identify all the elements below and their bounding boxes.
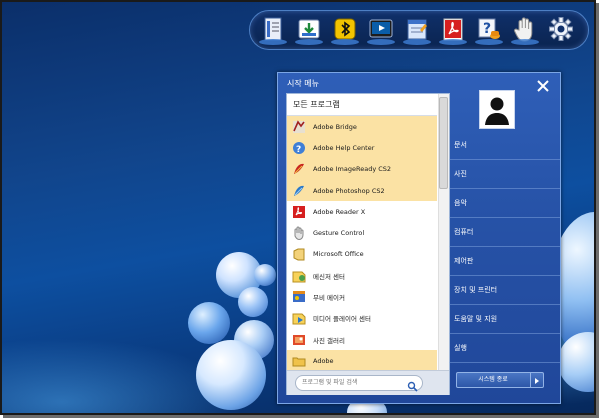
media-player-icon[interactable] — [367, 16, 395, 45]
svg-text:?: ? — [296, 145, 301, 155]
program-label: Adobe Reader X — [313, 207, 366, 216]
program-label: 미디어 플레이어 센터 — [313, 315, 371, 324]
program-label: 무비 메이커 — [313, 294, 345, 303]
program-photo-gallery[interactable]: 사진 갤러리 — [287, 329, 437, 350]
program-label: Adobe Bridge — [313, 122, 357, 131]
adobe-help-center-icon: ? — [292, 141, 306, 155]
dock-bar: ? — [249, 10, 589, 50]
program-label: Adobe Photoshop CS2 — [313, 186, 385, 195]
microsoft-office-icon — [292, 247, 306, 261]
program-label: Adobe — [313, 356, 334, 365]
adobe-bridge-icon — [292, 120, 306, 134]
right-item-devices-printers[interactable]: 장치 및 프린터 — [449, 276, 560, 305]
search-box[interactable] — [295, 375, 423, 392]
program-label: Adobe ImageReady CS2 — [313, 165, 392, 174]
user-avatar-icon[interactable] — [479, 90, 515, 129]
program-movie-maker[interactable]: 무비 메이커 — [287, 286, 437, 307]
document-icon[interactable] — [259, 16, 287, 45]
program-folder-adobe[interactable]: Adobe — [287, 350, 437, 372]
programs-scrollbar[interactable] — [438, 94, 449, 370]
notepad-icon[interactable] — [403, 16, 431, 45]
adobe-photoshop-icon — [292, 184, 306, 198]
start-menu: 시작 메뉴 모든 프로그램 Adobe Bridge ? Adobe Help … — [277, 72, 561, 404]
wallpaper-sphere — [254, 264, 276, 286]
close-icon[interactable] — [536, 78, 550, 92]
program-adobe-reader[interactable]: Adobe Reader X — [287, 201, 437, 222]
program-label: 사진 갤러리 — [313, 336, 345, 345]
shutdown-options-arrow-icon[interactable] — [530, 373, 543, 387]
right-pane-list: 문서 사진 음악 컴퓨터 제어판 장치 및 프린터 도움말 및 지원 실행 — [449, 131, 560, 363]
gesture-control-icon — [292, 226, 306, 241]
movie-maker-icon — [292, 290, 306, 304]
programs-list: Adobe Bridge ? Adobe Help Center Adobe I… — [287, 116, 437, 372]
program-label: Microsoft Office — [313, 250, 364, 259]
messenger-center-icon — [292, 269, 306, 283]
gesture-hand-icon[interactable] — [511, 16, 539, 45]
right-item-computer[interactable]: 컴퓨터 — [449, 218, 560, 247]
program-adobe-help-center[interactable]: ? Adobe Help Center — [287, 137, 437, 159]
program-label: Adobe Help Center — [313, 143, 375, 152]
program-adobe-imageready[interactable]: Adobe ImageReady CS2 — [287, 158, 437, 180]
program-gesture-control[interactable]: Gesture Control — [287, 222, 437, 243]
program-media-player-center[interactable]: 미디어 플레이어 센터 — [287, 308, 437, 329]
shutdown-button[interactable]: 시스템 종료 — [456, 372, 544, 388]
right-item-pictures[interactable]: 사진 — [449, 160, 560, 189]
start-menu-title: 시작 메뉴 — [287, 79, 319, 88]
adobe-imageready-icon — [292, 162, 306, 176]
downloads-icon[interactable] — [295, 16, 323, 45]
search-area — [287, 370, 449, 395]
wallpaper-sphere — [238, 287, 268, 317]
right-item-documents[interactable]: 문서 — [449, 131, 560, 160]
program-adobe-photoshop[interactable]: Adobe Photoshop CS2 — [287, 179, 437, 202]
program-adobe-bridge[interactable]: Adobe Bridge — [287, 116, 437, 138]
program-label: 메신저 센터 — [313, 272, 345, 281]
scrollbar-thumb[interactable] — [439, 97, 448, 189]
wallpaper-sphere — [196, 340, 266, 410]
all-programs-header[interactable]: 모든 프로그램 — [287, 94, 437, 116]
search-icon[interactable] — [407, 377, 418, 392]
right-item-run[interactable]: 실행 — [449, 334, 560, 363]
folder-icon — [292, 354, 306, 368]
right-item-control-panel[interactable]: 제어판 — [449, 247, 560, 276]
programs-panel: 모든 프로그램 Adobe Bridge ? Adobe Help Center… — [286, 93, 450, 395]
right-item-help-support[interactable]: 도움말 및 지원 — [449, 305, 560, 334]
wallpaper-sphere — [188, 302, 230, 344]
program-messenger-center[interactable]: 메신저 센터 — [287, 265, 437, 286]
program-microsoft-office[interactable]: Microsoft Office — [287, 244, 437, 265]
svg-text:?: ? — [483, 21, 491, 37]
bluetooth-icon[interactable] — [331, 16, 359, 45]
adobe-reader-icon[interactable] — [439, 16, 467, 45]
right-item-music[interactable]: 음악 — [449, 189, 560, 218]
help-icon[interactable]: ? — [475, 16, 503, 45]
screenshot-frame: ? 시작 메뉴 모든 프로그램 Adobe Bridge ? Adobe Hel… — [0, 0, 596, 415]
search-input[interactable] — [302, 377, 402, 388]
adobe-reader-icon — [292, 205, 306, 219]
settings-gear-icon[interactable] — [548, 16, 574, 42]
photo-gallery-icon — [292, 333, 306, 347]
shutdown-label: 시스템 종료 — [478, 376, 508, 383]
media-player-center-icon — [292, 311, 306, 325]
program-label: Gesture Control — [313, 229, 365, 238]
